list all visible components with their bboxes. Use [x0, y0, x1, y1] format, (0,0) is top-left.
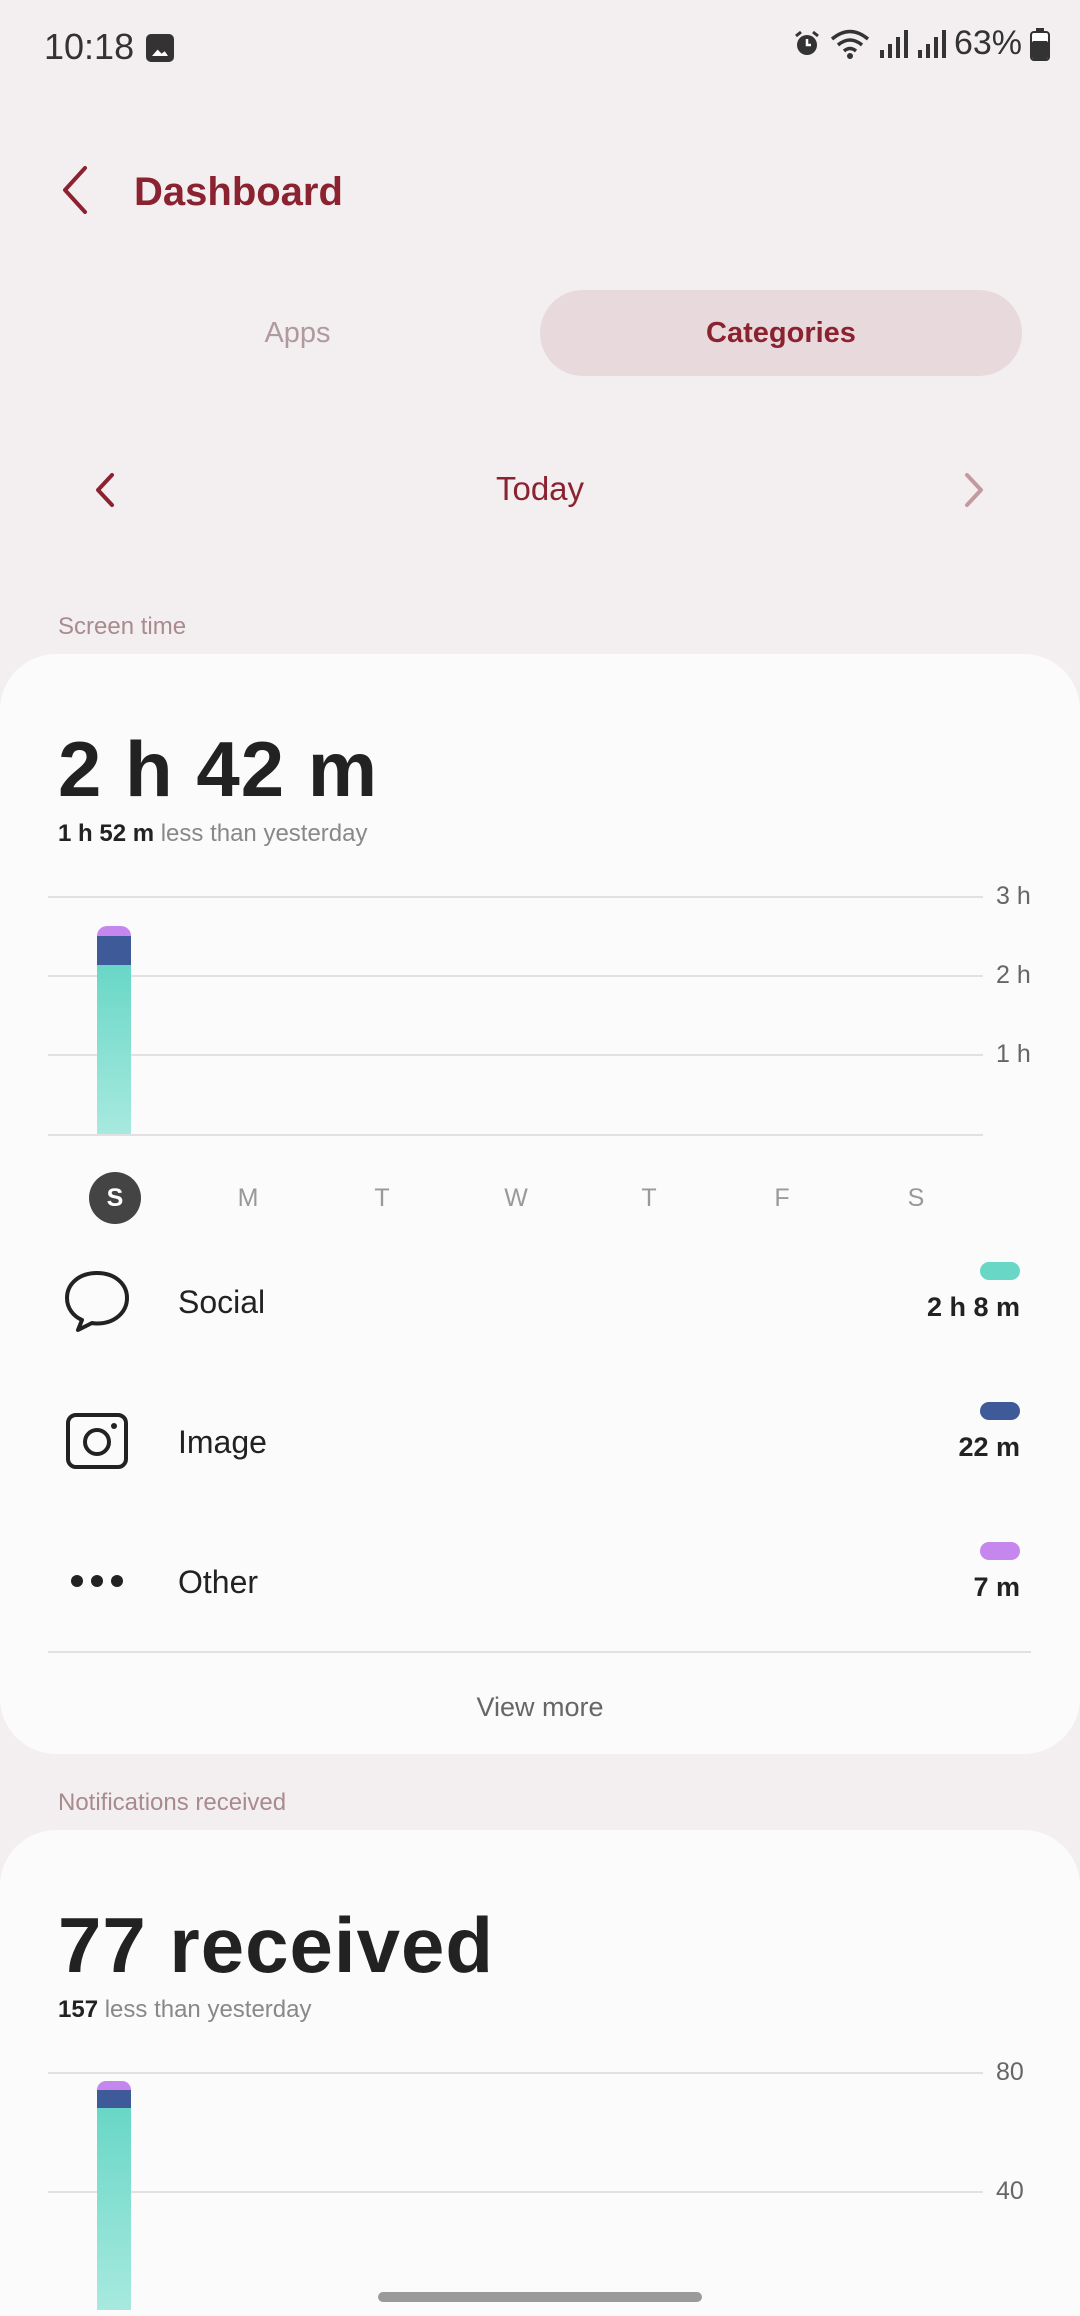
screen-time-section-label: Screen time — [58, 613, 187, 640]
category-row-other[interactable]: Other 7 m — [0, 1516, 1080, 1646]
home-indicator[interactable] — [378, 2292, 702, 2302]
previous-day-button[interactable] — [85, 465, 125, 515]
signal-icon — [879, 29, 908, 58]
category-name: Other — [178, 1564, 259, 1600]
category-time: 22 m — [958, 1432, 1020, 1462]
alarm-icon — [795, 30, 819, 55]
y-tick-label: 40 — [996, 2177, 1024, 2205]
y-tick-label: 1 h — [996, 1040, 1031, 1068]
gridline — [48, 896, 983, 898]
day-label[interactable]: T — [624, 1184, 674, 1213]
status-icons: 63% — [792, 24, 1050, 63]
category-color-pill — [980, 1402, 1020, 1420]
day-label[interactable]: S — [891, 1184, 941, 1213]
category-name: Image — [178, 1424, 267, 1460]
category-color-pill — [980, 1542, 1020, 1560]
date-label: Today — [495, 470, 585, 507]
view-more-button[interactable]: View more — [0, 1692, 1080, 1723]
back-button[interactable] — [50, 160, 100, 220]
category-row-image[interactable]: Image 22 m — [0, 1376, 1080, 1506]
category-row-social[interactable]: Social 2 h 8 m — [0, 1236, 1080, 1366]
day-label[interactable]: W — [491, 1184, 541, 1213]
screen-time-card: 2 h 42 m 1 h 52 m less than yesterday 3 … — [0, 654, 1080, 1754]
chat-bubble-icon — [58, 1262, 136, 1340]
notifications-chart: 80 40 — [0, 1830, 1080, 2316]
back-arrow-icon — [63, 166, 87, 214]
chevron-left-icon — [96, 473, 114, 507]
gridline — [48, 1054, 983, 1056]
chart-baseline — [48, 1134, 983, 1136]
tab-categories[interactable]: Categories — [540, 290, 1022, 376]
category-time: 2 h 8 m — [926, 1292, 1020, 1322]
status-time: 10:18 — [44, 26, 135, 67]
day-label[interactable]: M — [223, 1184, 273, 1213]
bar-segment-image — [97, 2089, 131, 2108]
y-tick-label: 80 — [996, 2058, 1024, 2086]
y-tick-label: 3 h — [996, 882, 1031, 910]
bar-segment-social — [97, 965, 131, 1134]
gallery-icon — [146, 34, 174, 62]
day-label[interactable]: T — [357, 1184, 407, 1213]
bar-segment-social — [97, 2107, 131, 2310]
page-title: Dashboard — [134, 170, 343, 214]
gridline — [48, 2191, 983, 2193]
more-dots-icon — [58, 1542, 136, 1620]
y-tick-label: 2 h — [996, 961, 1031, 989]
category-time: 7 m — [973, 1572, 1020, 1602]
bar-segment-other — [97, 2080, 131, 2090]
divider — [48, 1651, 1031, 1653]
notifications-card: 77 received 157 less than yesterday 80 4… — [0, 1830, 1080, 2316]
chevron-right-icon — [965, 473, 983, 507]
notifications-section-label: Notifications received — [58, 1789, 287, 1816]
category-color-pill — [980, 1262, 1020, 1280]
category-name: Social — [178, 1284, 266, 1320]
signal-icon — [917, 29, 946, 58]
battery-percent: 63% — [953, 24, 1022, 62]
bar-segment-other — [97, 926, 131, 936]
battery-icon — [1030, 27, 1050, 61]
day-label-today[interactable]: S — [89, 1172, 141, 1224]
bar-segment-image — [97, 935, 131, 965]
tab-apps[interactable]: Apps — [55, 290, 540, 376]
wifi-icon — [830, 29, 870, 59]
screen-time-chart: 3 h 2 h 1 h S M T W T F S — [0, 654, 1080, 1224]
gridline — [48, 2072, 983, 2074]
day-label[interactable]: F — [757, 1184, 807, 1213]
next-day-button[interactable] — [954, 465, 994, 515]
gridline — [48, 975, 983, 977]
camera-icon — [58, 1402, 136, 1480]
